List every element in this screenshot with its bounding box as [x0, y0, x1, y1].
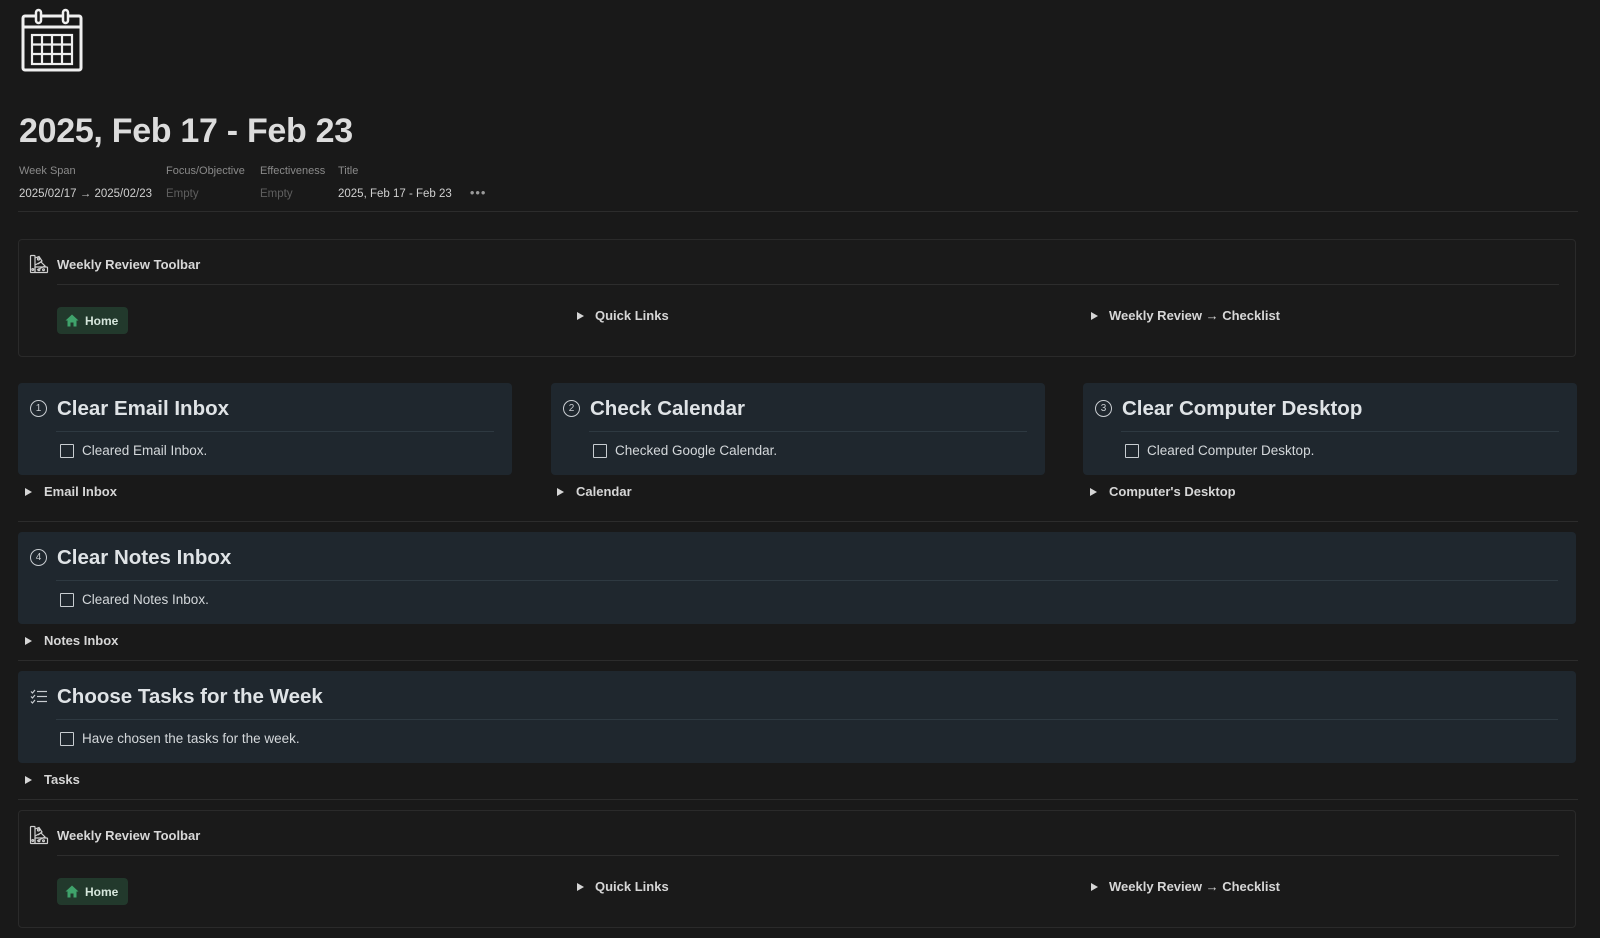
circled-number-icon: 4 — [30, 549, 47, 566]
triangle-right-icon — [1091, 311, 1098, 320]
toggle-label: Tasks — [44, 772, 80, 787]
property-effectiveness[interactable]: Effectiveness Empty — [260, 163, 326, 202]
callout-title: Check Calendar — [590, 397, 745, 420]
checkbox[interactable] — [1125, 443, 1139, 458]
home-button-label: Home — [85, 313, 119, 328]
toggle-label: Quick Links — [595, 879, 669, 894]
computers-desktop-toggle[interactable]: Computer's Desktop — [1090, 484, 1236, 499]
toggle-label: Notes Inbox — [44, 633, 119, 648]
toggle-label: Email Inbox — [44, 484, 117, 499]
circled-number-icon: 3 — [1095, 400, 1112, 417]
tasks-toggle[interactable]: Tasks — [25, 772, 80, 787]
quick-links-toggle[interactable]: Quick Links — [577, 308, 669, 323]
todo-item: Cleared Computer Desktop. — [1125, 443, 1314, 458]
property-week-span[interactable]: Week Span 2025/02/17 → 2025/02/23 — [19, 163, 152, 202]
property-value[interactable]: 2025, Feb 17 - Feb 23 — [338, 186, 452, 202]
todo-item: Checked Google Calendar. — [593, 443, 777, 458]
todo-label: Checked Google Calendar. — [615, 443, 778, 458]
divider — [18, 521, 1578, 522]
toggle-label: Quick Links — [595, 308, 669, 323]
weekly-review-toolbar-top: Weekly Review Toolbar Home Quick Links W… — [18, 239, 1576, 357]
triangle-right-icon — [1090, 487, 1097, 496]
home-icon — [65, 314, 79, 327]
calendar-icon — [21, 8, 83, 72]
weekly-review-checklist-toggle[interactable]: Weekly Review → Checklist — [1091, 308, 1280, 323]
triangle-right-icon — [577, 882, 584, 891]
todo-item: Have chosen the tasks for the week. — [60, 731, 300, 746]
property-label: Focus/Objective — [166, 165, 245, 177]
home-button[interactable]: Home — [57, 878, 129, 905]
notes-inbox-toggle[interactable]: Notes Inbox — [25, 633, 118, 648]
home-button-label: Home — [85, 884, 119, 899]
triangle-right-icon — [25, 636, 32, 645]
callout-check-calendar: 2 Check Calendar Checked Google Calendar… — [551, 383, 1045, 475]
callout-title: Clear Email Inbox — [57, 397, 230, 420]
triangle-right-icon — [25, 487, 32, 496]
property-focus-objective[interactable]: Focus/Objective Empty — [166, 163, 246, 202]
checkbox[interactable] — [60, 443, 74, 458]
checklist-icon — [30, 689, 47, 704]
triangle-right-icon — [25, 775, 32, 784]
email-inbox-toggle[interactable]: Email Inbox — [25, 484, 117, 499]
quick-links-toggle[interactable]: Quick Links — [577, 879, 669, 894]
divider — [18, 660, 1578, 661]
todo-item: Cleared Email Inbox. — [60, 443, 207, 458]
todo-item: Cleared Notes Inbox. — [60, 592, 209, 607]
toggle-label: Computer's Desktop — [1109, 484, 1236, 499]
property-value[interactable]: Empty — [260, 186, 324, 202]
checkbox[interactable] — [593, 443, 607, 458]
callout-title: Clear Computer Desktop — [1122, 397, 1363, 420]
divider — [56, 580, 1558, 581]
page-properties: Week Span 2025/02/17 → 2025/02/23 Focus/… — [19, 163, 486, 202]
property-title[interactable]: Title 2025, Feb 17 - Feb 23 — [338, 163, 452, 202]
property-label: Title — [338, 165, 359, 177]
todo-label: Cleared Computer Desktop. — [1147, 443, 1315, 458]
triangle-right-icon — [557, 487, 564, 496]
swatches-icon — [29, 254, 49, 274]
toggle-label: Calendar — [576, 484, 632, 499]
more-properties-button[interactable]: ••• — [470, 185, 487, 202]
callout-clear-email-inbox: 1 Clear Email Inbox Cleared Email Inbox. — [18, 383, 512, 475]
property-label: Week Span — [19, 165, 76, 177]
divider — [56, 431, 494, 432]
divider — [18, 211, 1578, 212]
toolbar-header: Weekly Review Toolbar — [29, 825, 200, 845]
weekly-review-toolbar-bottom: Weekly Review Toolbar Home Quick Links W… — [18, 810, 1576, 928]
calendar-toggle[interactable]: Calendar — [557, 484, 632, 499]
todo-label: Have chosen the tasks for the week. — [82, 731, 300, 746]
divider — [589, 431, 1027, 432]
callout-clear-computer-desktop: 3 Clear Computer Desktop Cleared Compute… — [1083, 383, 1577, 475]
home-button[interactable]: Home — [57, 307, 129, 334]
property-value[interactable]: Empty — [166, 186, 246, 202]
divider — [18, 799, 1578, 800]
callout-choose-tasks: Choose Tasks for the Week Have chosen th… — [18, 671, 1576, 763]
divider — [1121, 431, 1559, 432]
circled-number-icon: 1 — [30, 400, 47, 417]
toggle-label: Weekly Review → Checklist — [1109, 879, 1281, 894]
toggle-label: Weekly Review → Checklist — [1109, 308, 1281, 323]
weekly-review-checklist-toggle[interactable]: Weekly Review → Checklist — [1091, 879, 1280, 894]
page-title[interactable]: 2025, Feb 17 - Feb 23 — [19, 112, 353, 151]
todo-label: Cleared Email Inbox. — [82, 443, 208, 458]
callout-clear-notes-inbox: 4 Clear Notes Inbox Cleared Notes Inbox. — [18, 532, 1576, 624]
triangle-right-icon — [577, 311, 584, 320]
divider — [57, 284, 1559, 285]
callout-title: Choose Tasks for the Week — [57, 685, 323, 708]
toolbar-title: Weekly Review Toolbar — [57, 256, 201, 272]
toolbar-title: Weekly Review Toolbar — [57, 827, 201, 843]
checkbox[interactable] — [60, 731, 74, 746]
divider — [57, 855, 1559, 856]
circled-number-icon: 2 — [563, 400, 580, 417]
home-icon — [65, 885, 79, 898]
checkbox[interactable] — [60, 592, 74, 607]
triangle-right-icon — [1091, 882, 1098, 891]
swatches-icon — [29, 825, 49, 845]
todo-label: Cleared Notes Inbox. — [82, 592, 209, 607]
divider — [56, 719, 1558, 720]
property-value[interactable]: 2025/02/17 → 2025/02/23 — [19, 186, 152, 202]
toolbar-header: Weekly Review Toolbar — [29, 254, 200, 274]
callout-title: Clear Notes Inbox — [57, 546, 232, 569]
property-label: Effectiveness — [260, 165, 326, 177]
